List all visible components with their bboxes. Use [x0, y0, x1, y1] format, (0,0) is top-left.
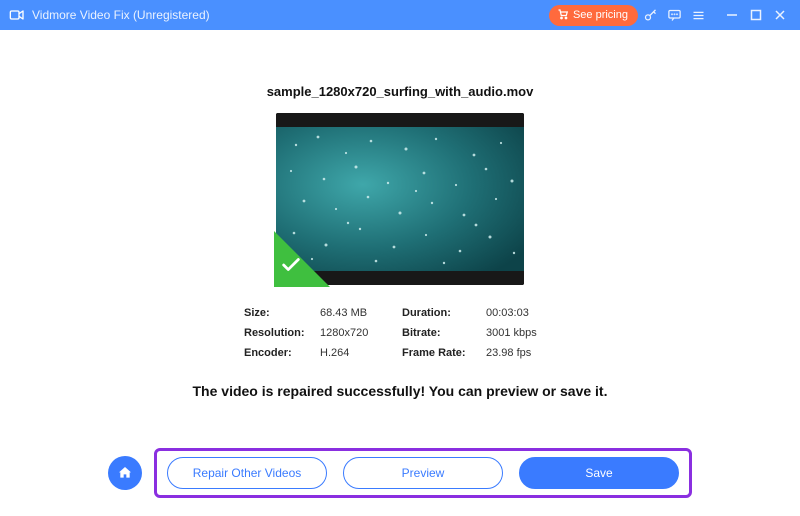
menu-icon[interactable]: [686, 0, 710, 30]
resolution-value: 1280x720: [320, 327, 396, 339]
video-info-grid: Size: 68.43 MB Duration: 00:03:03 Resolu…: [244, 307, 556, 359]
app-logo: [8, 6, 26, 24]
size-label: Size:: [244, 307, 314, 319]
encoder-value: H.264: [320, 347, 396, 359]
preview-button[interactable]: Preview: [343, 457, 503, 489]
home-button[interactable]: [108, 456, 142, 490]
action-button-group: Repair Other Videos Preview Save: [154, 448, 692, 498]
key-icon[interactable]: [638, 0, 662, 30]
save-button[interactable]: Save: [519, 457, 679, 489]
bitrate-value: 3001 kbps: [486, 327, 556, 339]
see-pricing-button[interactable]: See pricing: [549, 5, 638, 26]
duration-value: 00:03:03: [486, 307, 556, 319]
feedback-icon[interactable]: [662, 0, 686, 30]
home-icon: [117, 465, 133, 481]
encoder-label: Encoder:: [244, 347, 314, 359]
file-name: sample_1280x720_surfing_with_audio.mov: [267, 84, 534, 99]
success-badge: [274, 231, 330, 287]
main-content: sample_1280x720_surfing_with_audio.mov: [0, 30, 800, 516]
status-message: The video is repaired successfully! You …: [193, 383, 608, 399]
framerate-value: 23.98 fps: [486, 347, 556, 359]
bitrate-label: Bitrate:: [402, 327, 480, 339]
titlebar: Vidmore Video Fix (Unregistered) See pri…: [0, 0, 800, 30]
duration-label: Duration:: [402, 307, 480, 319]
cart-icon: [557, 8, 569, 23]
check-icon: [280, 254, 302, 281]
minimize-button[interactable]: [720, 0, 744, 30]
video-thumbnail: [276, 113, 524, 285]
size-value: 68.43 MB: [320, 307, 396, 319]
app-title: Vidmore Video Fix (Unregistered): [32, 8, 210, 22]
framerate-label: Frame Rate:: [402, 347, 480, 359]
see-pricing-label: See pricing: [573, 9, 628, 21]
close-button[interactable]: [768, 0, 792, 30]
bottom-actions: Repair Other Videos Preview Save: [0, 448, 800, 498]
repair-other-videos-button[interactable]: Repair Other Videos: [167, 457, 327, 489]
resolution-label: Resolution:: [244, 327, 314, 339]
maximize-button[interactable]: [744, 0, 768, 30]
